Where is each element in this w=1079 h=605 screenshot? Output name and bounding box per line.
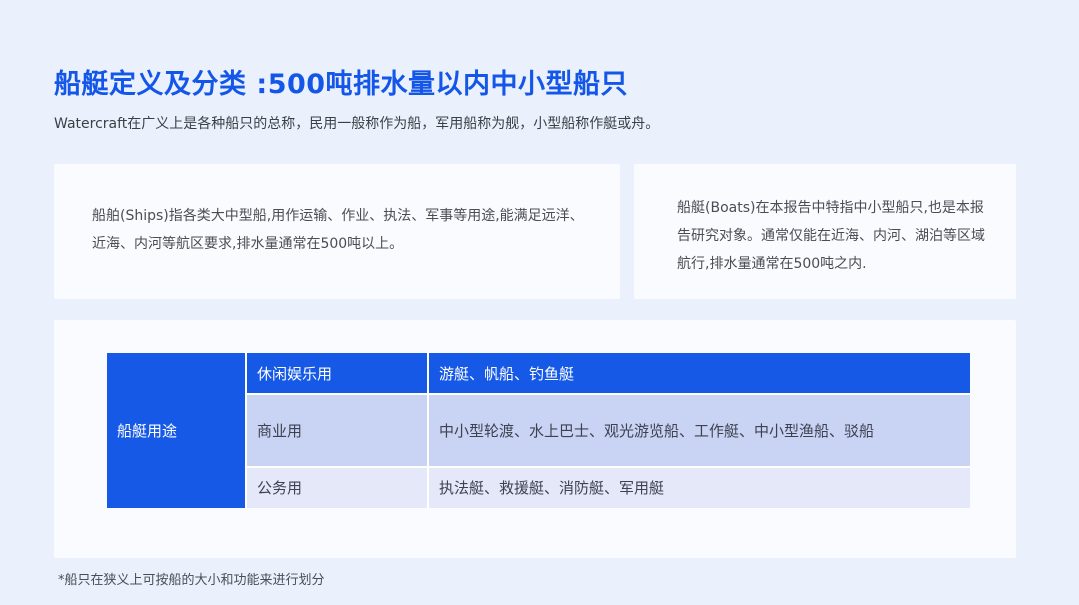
category-cell-official: 公务用 [247, 467, 429, 508]
examples-cell-leisure: 游艇、帆船、钓鱼艇 [429, 353, 970, 396]
usage-row-header: 船艇用途 [107, 353, 247, 508]
page-subtitle: Watercraft在广义上是各种船只的总称，民用一般称作为船，军用船称为舰，小… [54, 116, 660, 132]
category-cell-commercial: 商业用 [247, 395, 429, 468]
usage-panel: 船艇用途 休闲娱乐用 游艇、帆船、钓鱼艇 商业用 中小型轮渡、水上巴士、观光游览… [54, 320, 1016, 558]
examples-cell-official: 执法艇、救援艇、消防艇、军用艇 [429, 467, 970, 508]
footnote: *船只在狭义上可按船的大小和功能来进行划分 [58, 573, 325, 588]
examples-cell-commercial: 中小型轮渡、水上巴士、观光游览船、工作艇、中小型渔船、驳船 [429, 395, 970, 468]
usage-table: 船艇用途 休闲娱乐用 游艇、帆船、钓鱼艇 商业用 中小型轮渡、水上巴士、观光游览… [107, 353, 970, 508]
table-row: 船艇用途 休闲娱乐用 游艇、帆船、钓鱼艇 [107, 353, 970, 508]
ships-definition-card: 船舶(Ships)指各类大中型船,用作运输、作业、执法、军事等用途,能满足远洋、… [54, 164, 620, 299]
category-cell-leisure: 休闲娱乐用 [247, 353, 429, 396]
boats-definition-text: 船艇(Boats)在本报告中特指中小型船只,也是本报告研究对象。通常仅能在近海、… [677, 200, 985, 272]
page-title: 船艇定义及分类 :500吨排水量以内中小型船只 [54, 69, 629, 100]
boats-definition-card: 船艇(Boats)在本报告中特指中小型船只,也是本报告研究对象。通常仅能在近海、… [634, 164, 1016, 299]
ships-definition-text: 船舶(Ships)指各类大中型船,用作运输、作业、执法、军事等用途,能满足远洋、… [92, 208, 584, 252]
